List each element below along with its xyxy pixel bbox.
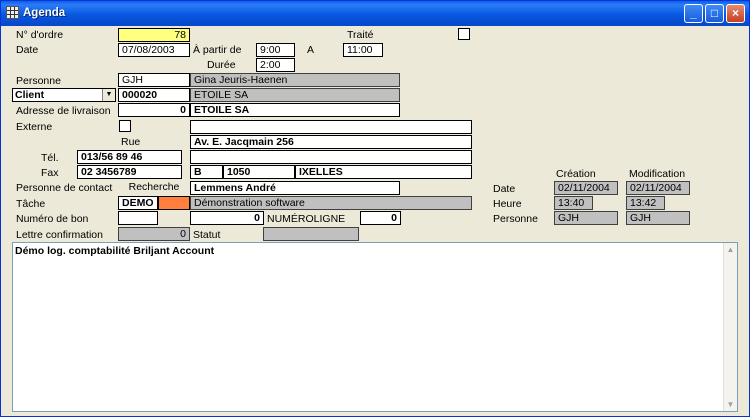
duree-field[interactable]: 2:00	[256, 58, 295, 72]
meta-personne-label: Personne	[493, 213, 538, 225]
notes-text: Démo log. comptabilité Briljant Account	[15, 245, 215, 257]
numeroligne-label: NUMÉROLIGNE	[267, 213, 346, 225]
chevron-down-icon[interactable]: ▼	[102, 89, 115, 101]
personne-name-field: Gina Jeuris-Haenen	[190, 73, 400, 87]
statut-label: Statut	[193, 229, 221, 241]
num-bon-field[interactable]	[118, 211, 158, 225]
adresse-livraison-label: Adresse de livraison	[16, 105, 111, 117]
meta-heure-label: Heure	[493, 198, 522, 210]
fax-field[interactable]: 02 3456789	[77, 165, 182, 179]
tel-field[interactable]: 013/56 89 46	[77, 150, 182, 164]
recherche-button[interactable]: Recherche	[118, 181, 190, 195]
window-title: Agenda	[23, 7, 66, 19]
scroll-down-icon[interactable]: ▼	[724, 398, 737, 411]
rue2-field[interactable]	[190, 150, 472, 164]
externe-checkbox[interactable]	[119, 120, 131, 132]
rue-label: Rue	[121, 136, 141, 148]
personne-code-field[interactable]: GJH	[118, 73, 190, 87]
contact-label: Personne de contact	[16, 182, 113, 194]
to-label: A	[307, 44, 315, 56]
tache-code-field[interactable]: DEMO	[118, 196, 158, 210]
title-bar[interactable]: Agenda _ □ ×	[1, 1, 749, 26]
externe-label: Externe	[16, 121, 53, 133]
city-field[interactable]: IXELLES	[295, 165, 472, 179]
client-type-value: Client	[15, 89, 45, 101]
tache-color-swatch[interactable]	[158, 196, 190, 210]
date-label: Date	[16, 44, 39, 56]
date-field[interactable]: 07/08/2003	[118, 43, 190, 57]
scroll-up-icon[interactable]: ▲	[724, 243, 737, 256]
statut-field	[263, 227, 359, 241]
num-bon-value-field[interactable]: 0	[190, 211, 264, 225]
postal-field[interactable]: 1050	[223, 165, 295, 179]
rue-field[interactable]: Av. E. Jacqmain 256	[190, 135, 472, 149]
adresse-name-field[interactable]: ETOILE SA	[190, 103, 400, 117]
lettre-label: Lettre confirmation	[16, 229, 103, 241]
order-field[interactable]: 78	[118, 28, 190, 42]
app-grid-icon	[6, 6, 19, 19]
creation-personne-field: GJH	[554, 211, 618, 225]
notes-textarea[interactable]: Démo log. comptabilité Briljant Account …	[12, 242, 738, 412]
meta-date-label: Date	[493, 183, 516, 195]
client-code-field[interactable]: 000020	[118, 88, 190, 102]
tache-label: Tâche	[16, 198, 46, 210]
lettre-field: 0	[118, 227, 190, 241]
maximize-button[interactable]: □	[705, 4, 724, 23]
creation-header: Création	[556, 168, 596, 180]
agenda-window: Agenda _ □ × N° d'ordre 78 Traité Date 0…	[0, 0, 750, 417]
vertical-scrollbar[interactable]: ▲ ▼	[723, 243, 737, 411]
from-time-field[interactable]: 9:00	[256, 43, 295, 57]
modification-personne-field: GJH	[626, 211, 690, 225]
fax-label: Fax	[41, 167, 59, 179]
creation-date-field: 02/11/2004	[554, 181, 618, 195]
to-time-field[interactable]: 11:00	[343, 43, 383, 57]
country-field[interactable]: B	[190, 165, 223, 179]
from-label: À partir de	[193, 44, 242, 56]
personne-label: Personne	[16, 75, 61, 87]
modification-date-field: 02/11/2004	[626, 181, 690, 195]
minimize-button[interactable]: _	[684, 4, 703, 23]
tel-label: Tél.	[41, 152, 59, 164]
order-label: N° d'ordre	[16, 29, 64, 41]
client-type-select[interactable]: Client ▼	[12, 88, 116, 102]
modification-heure-field: 13:42	[626, 196, 665, 210]
client-name-field: ETOILE SA	[190, 88, 400, 102]
close-button[interactable]: ×	[726, 4, 745, 23]
traite-checkbox[interactable]	[458, 28, 470, 40]
externe-field[interactable]	[190, 120, 472, 134]
traite-label: Traité	[347, 29, 374, 41]
contact-field[interactable]: Lemmens André	[190, 181, 400, 195]
adresse-num-field[interactable]: 0	[118, 103, 190, 117]
num-bon-label: Numéro de bon	[16, 213, 89, 225]
tache-desc-field: Démonstration software	[190, 196, 472, 210]
creation-heure-field: 13:40	[554, 196, 593, 210]
duree-label: Durée	[207, 59, 236, 71]
numeroligne-field[interactable]: 0	[360, 211, 401, 225]
modification-header: Modification	[629, 168, 686, 180]
